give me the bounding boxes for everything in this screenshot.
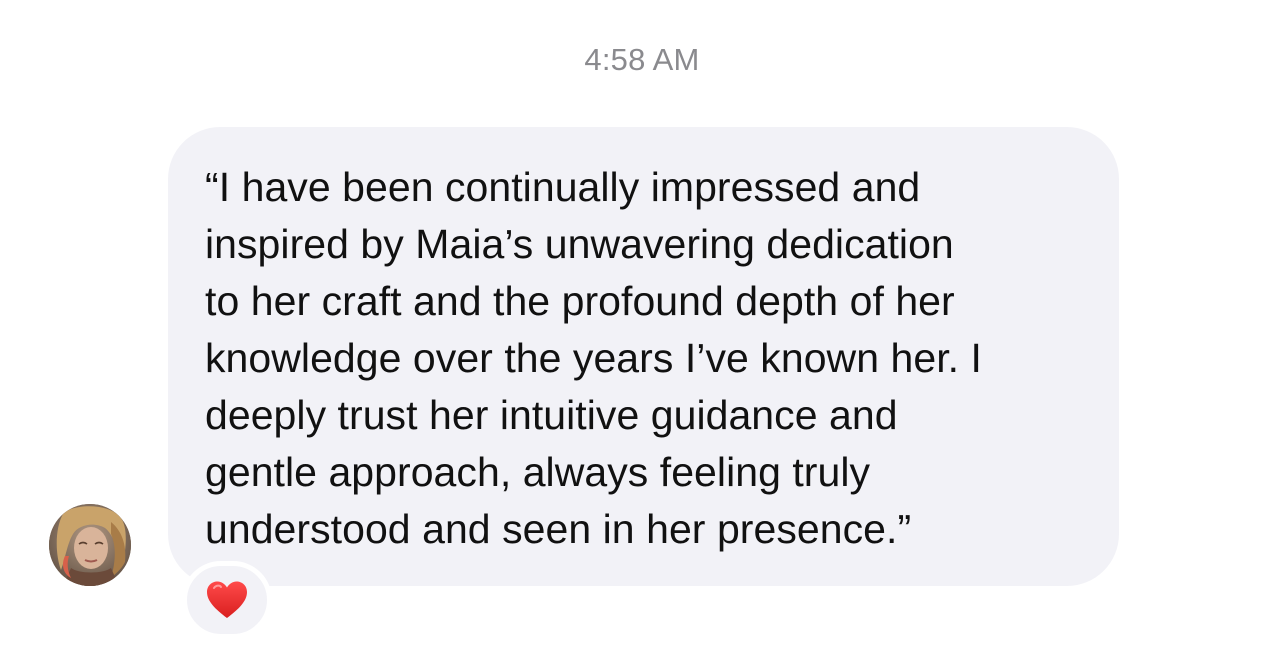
red-heart-icon bbox=[207, 581, 247, 618]
sender-avatar[interactable] bbox=[49, 504, 131, 586]
heart-reaction[interactable] bbox=[182, 561, 272, 639]
message-bubble[interactable]: “I have been continually impressed and i… bbox=[168, 127, 1119, 586]
avatar-photo-icon bbox=[49, 504, 131, 586]
message-timestamp: 4:58 AM bbox=[584, 42, 700, 77]
message-text: “I have been continually impressed and i… bbox=[205, 164, 982, 552]
